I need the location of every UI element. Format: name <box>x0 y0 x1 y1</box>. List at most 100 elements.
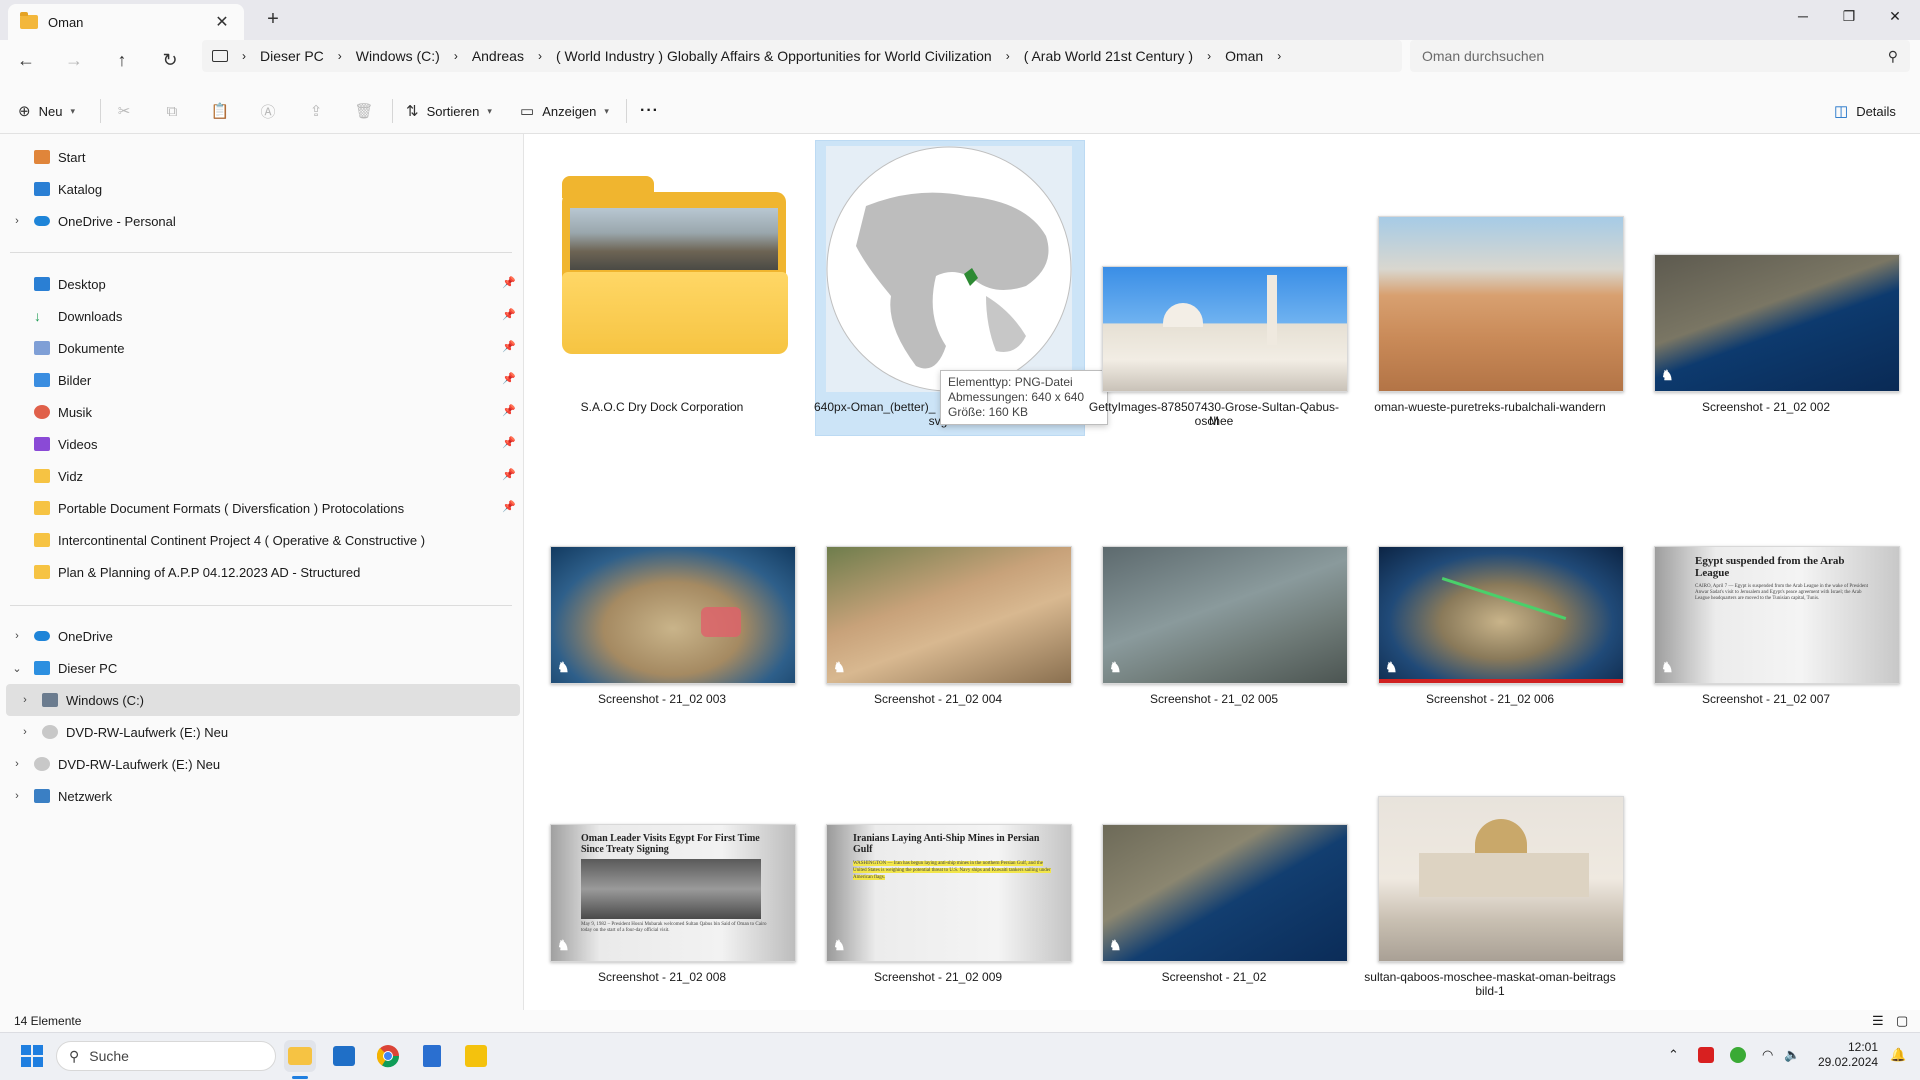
up-button[interactable]: ↑ <box>106 44 138 76</box>
pin-icon[interactable]: 📌 <box>502 404 516 417</box>
file-tile[interactable]: ♞ Screenshot - 21_02 006 <box>1352 424 1628 706</box>
folder-front <box>562 272 788 354</box>
cut-icon[interactable]: ✂ <box>110 98 138 124</box>
sidebar-item-windows-c[interactable]: › Windows (C:) <box>6 684 520 716</box>
sidebar-item-intercontinental[interactable]: Intercontinental Continent Project 4 ( O… <box>0 524 522 556</box>
folder-icon <box>20 12 38 29</box>
close-tab-icon[interactable]: ✕ <box>212 12 232 32</box>
sidebar-item-dvd-drive-2[interactable]: › DVD-RW-Laufwerk (E:) Neu <box>0 748 522 780</box>
file-tile[interactable]: sultan-qaboos-moschee-maskat-oman-beitra… <box>1352 702 1628 1002</box>
crumb-arab-world[interactable]: ( Arab World 21st Century ) <box>1024 48 1193 64</box>
delete-icon[interactable]: 🗑 <box>350 98 378 124</box>
file-tile[interactable]: Egypt suspended from the Arab League CAI… <box>1628 424 1904 706</box>
pin-icon[interactable]: 📌 <box>502 436 516 449</box>
tab-oman[interactable]: Oman ✕ <box>8 4 244 40</box>
search-input[interactable]: Oman durchsuchen ⚲ <box>1410 40 1910 72</box>
refresh-button[interactable]: ↻ <box>154 44 186 76</box>
pin-icon[interactable]: 📌 <box>502 500 516 513</box>
crumb-andreas[interactable]: Andreas <box>472 48 524 64</box>
sidebar-item-katalog[interactable]: Katalog <box>0 173 522 205</box>
tab-title: Oman <box>48 14 84 30</box>
chevron-right-icon[interactable]: › <box>10 790 24 802</box>
file-tile[interactable]: ♞ Screenshot - 21_02 002 <box>1628 134 1904 434</box>
chrome-taskbar-icon[interactable] <box>372 1040 404 1072</box>
security-tray-icon[interactable] <box>1730 1047 1746 1063</box>
sidebar-item-desktop[interactable]: Desktop 📌 <box>0 268 522 300</box>
start-button[interactable] <box>16 1040 48 1072</box>
file-tile[interactable]: ♞ Screenshot - 21_02 005 <box>1076 424 1352 706</box>
rename-icon[interactable]: Ⓐ <box>254 98 282 124</box>
chevron-right-icon[interactable]: › <box>10 630 24 642</box>
file-tile[interactable]: ♞ Screenshot - 21_02 004 <box>800 424 1076 706</box>
chevron-down-icon[interactable]: ⌄ <box>10 662 24 675</box>
sidebar-item-dieser-pc[interactable]: ⌄ Dieser PC <box>0 652 522 684</box>
crumb-dieser-pc[interactable]: Dieser PC <box>260 48 324 64</box>
divider <box>10 605 512 606</box>
notepad-taskbar-icon[interactable] <box>416 1040 448 1072</box>
file-tile[interactable]: Oman Leader Visits Egypt For First Time … <box>524 702 800 1002</box>
file-tile[interactable]: GettyImages-878507430-Grose-Sultan-Qabus… <box>1076 134 1352 434</box>
tiles-view-icon[interactable]: ▢ <box>1896 1013 1908 1029</box>
video-thumbnail: ♞ <box>826 546 1072 684</box>
maximize-button[interactable]: ❐ <box>1826 0 1872 32</box>
details-button[interactable]: ◫ Details <box>1834 96 1896 126</box>
file-tile[interactable]: S.A.O.C Dry Dock Corporation <box>524 134 800 434</box>
pin-icon[interactable]: 📌 <box>502 340 516 353</box>
player-taskbar-icon[interactable] <box>460 1040 492 1072</box>
chevron-right-icon[interactable]: › <box>1277 49 1281 63</box>
share-icon[interactable]: ⇪ <box>302 98 330 124</box>
acrobat-tray-icon[interactable] <box>1698 1047 1714 1063</box>
paste-icon[interactable]: 📋 <box>206 98 234 124</box>
chevron-right-icon[interactable]: › <box>18 694 32 706</box>
sidebar-item-netzwerk[interactable]: › Netzwerk <box>0 780 522 812</box>
sidebar-item-dvd-drive[interactable]: › DVD-RW-Laufwerk (E:) Neu <box>0 716 522 748</box>
file-tile[interactable]: oman-wueste-puretreks-rubalchali-wandern <box>1352 134 1628 434</box>
notification-bell-icon[interactable]: 🔔 <box>1890 1047 1906 1063</box>
view-label: Anzeigen <box>542 103 597 119</box>
sidebar-item-pdf-folder[interactable]: Portable Document Formats ( Diversficati… <box>0 492 522 524</box>
store-taskbar-icon[interactable] <box>328 1040 360 1072</box>
sort-button[interactable]: ⇅ Sortieren ▾ <box>406 96 492 126</box>
sidebar-item-bilder[interactable]: Bilder 📌 <box>0 364 522 396</box>
crumb-windows-c[interactable]: Windows (C:) <box>356 48 440 64</box>
chevron-up-icon[interactable]: ⌃ <box>1668 1047 1679 1063</box>
new-tab-button[interactable]: + <box>258 4 288 34</box>
sidebar-item-dokumente[interactable]: Dokumente 📌 <box>0 332 522 364</box>
chevron-right-icon[interactable]: › <box>18 726 32 738</box>
file-tile[interactable]: ♞ Screenshot - 21_02 003 <box>524 424 800 706</box>
sidebar-item-vidz[interactable]: Vidz 📌 <box>0 460 522 492</box>
chevron-right-icon[interactable]: › <box>10 758 24 770</box>
volume-icon[interactable]: 🔈 <box>1784 1047 1800 1063</box>
sidebar-item-musik[interactable]: Musik 📌 <box>0 396 522 428</box>
sidebar-item-start[interactable]: Start <box>0 141 522 173</box>
sidebar-item-videos[interactable]: Videos 📌 <box>0 428 522 460</box>
cloud-icon <box>34 216 50 226</box>
sidebar-item-plan[interactable]: Plan & Planning of A.P.P 04.12.2023 AD -… <box>0 556 522 588</box>
minimize-button[interactable]: ─ <box>1780 0 1826 32</box>
details-view-icon[interactable]: ☰ <box>1872 1013 1884 1029</box>
pin-icon[interactable]: 📌 <box>502 308 516 321</box>
crumb-oman[interactable]: Oman <box>1225 48 1263 64</box>
close-window-button[interactable]: ✕ <box>1872 0 1918 32</box>
pin-icon[interactable]: 📌 <box>502 276 516 289</box>
file-tile[interactable]: Iranians Laying Anti-Ship Mines in Persi… <box>800 702 1076 1002</box>
copy-icon[interactable]: ⧉ <box>158 98 186 124</box>
file-tile[interactable]: ♞ Screenshot - 21_02 <box>1076 702 1352 1002</box>
more-options-button[interactable]: ··· <box>640 96 659 126</box>
sidebar-item-downloads[interactable]: ↓ Downloads 📌 <box>0 300 522 332</box>
chevron-right-icon[interactable]: › <box>10 215 24 227</box>
view-button[interactable]: ▭ Anzeigen ▾ <box>520 96 609 126</box>
sidebar-item-onedrive-personal[interactable]: › OneDrive - Personal <box>0 205 522 237</box>
file-explorer-taskbar-icon[interactable] <box>284 1040 316 1072</box>
new-button[interactable]: ⊕ Neu ▾ <box>18 96 75 126</box>
sidebar-item-onedrive[interactable]: › OneDrive <box>0 620 522 652</box>
pin-icon[interactable]: 📌 <box>502 468 516 481</box>
back-button[interactable]: ← <box>10 44 42 76</box>
pin-icon[interactable]: 📌 <box>502 372 516 385</box>
file-name: Screenshot - 21_02 009 <box>873 970 1003 984</box>
crumb-world-industry[interactable]: ( World Industry ) Globally Affairs & Op… <box>556 48 992 64</box>
taskbar-search[interactable]: ⚲ Suche <box>56 1041 276 1071</box>
wifi-icon[interactable]: ◠ <box>1762 1047 1773 1063</box>
clock[interactable]: 12:01 29.02.2024 <box>1818 1040 1878 1070</box>
forward-button[interactable]: → <box>58 44 90 76</box>
